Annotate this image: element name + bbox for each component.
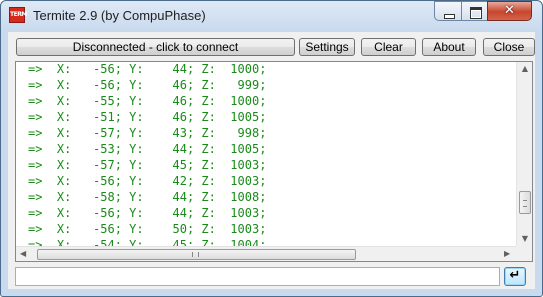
connect-button[interactable]: Disconnected - click to connect	[16, 38, 295, 56]
minimize-button[interactable]	[434, 1, 462, 21]
terminal-line: => X: -53; Y: 44; Z: 1005;	[28, 142, 267, 156]
terminal-line: => X: -54; Y: 45; Z: 1004;	[28, 238, 267, 246]
clear-button[interactable]: Clear	[361, 38, 416, 56]
termite-window: TERM Termite 2.9 (by CompuPhase) ✕ Disco…	[0, 0, 543, 297]
terminal-line: => X: -56; Y: 44; Z: 1000;	[28, 62, 267, 76]
scrollbar-corner	[516, 246, 532, 261]
terminal-line: => X: -55; Y: 46; Z: 1000;	[28, 94, 267, 108]
window-close-button[interactable]: ✕	[487, 1, 532, 21]
close-icon: ✕	[504, 3, 515, 18]
horizontal-scrollbar[interactable]: ◀ ▶	[16, 246, 516, 261]
scroll-down-arrow-icon[interactable]: ▼	[517, 234, 532, 243]
enter-icon: ↵	[509, 268, 521, 283]
terminal-line: => X: -58; Y: 44; Z: 1008;	[28, 190, 267, 204]
send-button[interactable]: ↵	[504, 267, 526, 286]
maximize-button[interactable]	[461, 1, 488, 21]
title-bar[interactable]: TERM Termite 2.9 (by CompuPhase) ✕	[1, 1, 542, 31]
scroll-up-arrow-icon[interactable]: ▲	[517, 64, 532, 73]
vertical-scrollbar[interactable]: ▲ ▼	[516, 62, 532, 246]
termite-app-icon[interactable]: TERM	[9, 7, 27, 23]
close-button[interactable]: Close	[483, 38, 535, 56]
terminal-line: => X: -57; Y: 43; Z: 998;	[28, 126, 267, 140]
scroll-left-arrow-icon[interactable]: ◀	[20, 249, 26, 258]
terminal-lines[interactable]: => X: -56; Y: 44; Z: 1000; => X: -56; Y: …	[16, 62, 516, 246]
about-button[interactable]: About	[422, 38, 476, 56]
settings-button[interactable]: Settings	[299, 38, 355, 56]
terminal-output[interactable]: => X: -56; Y: 44; Z: 1000; => X: -56; Y: …	[15, 61, 533, 262]
command-input[interactable]	[15, 267, 500, 286]
horizontal-scroll-thumb[interactable]	[37, 249, 356, 260]
vertical-scroll-thumb[interactable]	[519, 191, 531, 214]
terminal-line: => X: -56; Y: 46; Z: 999;	[28, 78, 267, 92]
scroll-right-arrow-icon[interactable]: ▶	[504, 249, 510, 258]
terminal-line: => X: -57; Y: 45; Z: 1003;	[28, 158, 267, 172]
terminal-line: => X: -51; Y: 46; Z: 1005;	[28, 110, 267, 124]
terminal-line: => X: -56; Y: 44; Z: 1003;	[28, 206, 267, 220]
window-title: Termite 2.9 (by CompuPhase)	[33, 8, 206, 23]
client-area: Disconnected - click to connect Settings…	[8, 32, 535, 289]
minimize-icon	[444, 14, 455, 19]
terminal-line: => X: -56; Y: 42; Z: 1003;	[28, 174, 267, 188]
maximize-icon	[470, 7, 482, 19]
terminal-line: => X: -56; Y: 50; Z: 1003;	[28, 222, 267, 236]
